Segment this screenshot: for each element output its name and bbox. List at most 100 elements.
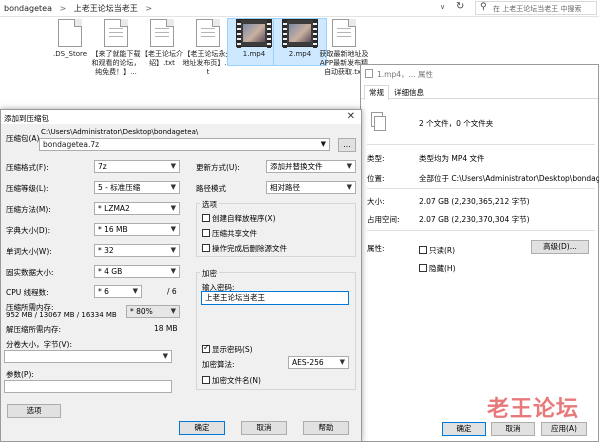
search-input[interactable]: ⚲ 在 上老王论坛当老王 中搜索 bbox=[475, 1, 597, 15]
file-item[interactable]: 【老王论坛介绍】.txt bbox=[136, 19, 188, 68]
path-mode-value: 相对路径 bbox=[270, 183, 300, 192]
address-bar[interactable]: bondagetea > 上老王论坛当老王 > ∨ ↻ ⚲ 在 上老王论坛当老王… bbox=[0, 0, 599, 17]
file-name: 【老王论坛介绍】.txt bbox=[141, 50, 183, 67]
chevron-down-icon: ▼ bbox=[170, 225, 176, 233]
method-select[interactable]: * LZMA2 ▼ bbox=[94, 202, 180, 215]
checkbox-box[interactable] bbox=[419, 264, 427, 272]
cancel-button[interactable]: 取消 bbox=[241, 421, 287, 435]
password-value: 上老王论坛当老王 bbox=[205, 293, 265, 302]
document-icon bbox=[196, 19, 220, 47]
properties-title: 1.mp4，... 属性 bbox=[377, 70, 434, 79]
chevron-down-icon: ▼ bbox=[346, 183, 352, 191]
split-label: 分卷大小，字节(V): bbox=[6, 340, 73, 349]
update-mode-select[interactable]: 添加并替换文件 ▼ bbox=[266, 160, 356, 173]
chevron-down-icon: ▼ bbox=[162, 352, 168, 360]
file-item[interactable]: .DS_Store bbox=[44, 19, 96, 59]
level-label: 压缩等级(L): bbox=[6, 184, 49, 193]
archive-file-value: bondagetea.7z bbox=[43, 140, 100, 149]
format-label: 压缩格式(F): bbox=[6, 163, 49, 172]
encryption-method-select[interactable]: AES-256 ▼ bbox=[288, 356, 349, 369]
properties-tabs: 常规 详细信息 bbox=[361, 85, 598, 100]
properties-dialog: 1.mp4，... 属性 常规 详细信息 2 个文件，0 个文件夹 类型: 类型… bbox=[360, 64, 599, 442]
threads-value: * 6 bbox=[98, 287, 109, 296]
divider bbox=[367, 188, 595, 189]
path-mode-select[interactable]: 相对路径 ▼ bbox=[266, 181, 356, 194]
params-input[interactable] bbox=[4, 380, 172, 393]
decompress-memory-label: 解压缩所需内存: bbox=[6, 325, 62, 334]
chevron-down-icon: ▼ bbox=[170, 246, 176, 254]
hidden-checkbox[interactable]: 隐藏(H) bbox=[419, 263, 456, 274]
encrypt-names-checkbox[interactable]: 加密文件名(N) bbox=[202, 375, 261, 386]
checkbox-box[interactable] bbox=[202, 214, 210, 222]
checkbox-box[interactable] bbox=[419, 246, 427, 254]
refresh-icon[interactable]: ↻ bbox=[456, 1, 464, 12]
shared-checkbox[interactable]: 压缩共享文件 bbox=[202, 228, 257, 239]
options-button[interactable]: 选项 bbox=[7, 404, 61, 418]
threads-select[interactable]: * 6 ▼ bbox=[94, 285, 142, 298]
document-icon bbox=[332, 19, 356, 47]
memory-percent-select[interactable]: * 80% ▼ bbox=[126, 305, 180, 318]
chevron-down-icon: ▼ bbox=[170, 204, 176, 212]
browse-button[interactable]: ... bbox=[338, 138, 356, 152]
checkbox-box[interactable] bbox=[202, 376, 210, 384]
checkbox-box[interactable] bbox=[202, 343, 210, 353]
file-item[interactable]: 【老王论坛永久地址发布页】.txt bbox=[182, 19, 234, 77]
dictionary-label: 字典大小(D): bbox=[6, 226, 51, 235]
file-name: 1.mp4 bbox=[242, 50, 266, 58]
dictionary-select[interactable]: * 16 MB ▼ bbox=[94, 223, 180, 236]
encrypt-names-label: 加密文件名(N) bbox=[212, 376, 261, 385]
chevron-down-icon[interactable]: ▼ bbox=[321, 139, 326, 150]
add-to-archive-dialog: 添加到压缩包 ✕ 压缩包(A) C:\Users\Administrator\D… bbox=[0, 109, 362, 442]
archive-dir: C:\Users\Administrator\Desktop\bondagete… bbox=[41, 128, 199, 136]
file-name: .DS_Store bbox=[52, 50, 88, 58]
split-select[interactable]: ▼ bbox=[4, 350, 172, 363]
level-select[interactable]: 5 - 标准压缩 ▼ bbox=[94, 181, 180, 194]
document-icon bbox=[150, 19, 174, 47]
help-button[interactable]: 帮助 bbox=[303, 421, 349, 435]
ok-button[interactable]: 确定 bbox=[442, 422, 486, 436]
show-password-checkbox[interactable]: 显示密码(S) bbox=[202, 343, 253, 355]
location-label: 位置: bbox=[367, 174, 385, 183]
tab-details[interactable]: 详细信息 bbox=[390, 87, 428, 99]
search-icon: ⚲ bbox=[480, 2, 487, 12]
ok-button[interactable]: 确定 bbox=[179, 421, 225, 435]
word-size-label: 单词大小(W): bbox=[6, 247, 52, 256]
multiple-files-icon bbox=[371, 112, 387, 132]
file-item[interactable]: 1.mp4 bbox=[227, 18, 281, 66]
level-value: 5 - 标准压缩 bbox=[98, 183, 141, 192]
tab-general[interactable]: 常规 bbox=[364, 85, 389, 100]
file-item[interactable]: 【来了就能下载和观看的论坛，纯免费！】... bbox=[90, 19, 142, 77]
sfx-label: 创建自释放程序(X) bbox=[212, 214, 276, 223]
archive-titlebar[interactable]: 添加到压缩包 ✕ bbox=[1, 110, 361, 124]
breadcrumb-item[interactable]: 上老王论坛当老王 bbox=[74, 4, 138, 13]
chevron-down-icon[interactable]: ∨ bbox=[440, 3, 445, 11]
chevron-down-icon: ▼ bbox=[170, 162, 176, 170]
search-placeholder: 在 上老王论坛当老王 中搜索 bbox=[493, 5, 582, 13]
decompress-memory-value: 18 MB bbox=[154, 324, 178, 333]
advanced-button[interactable]: 高级(D)... bbox=[531, 240, 589, 254]
close-icon[interactable]: ✕ bbox=[347, 111, 355, 122]
checkbox-box[interactable] bbox=[202, 244, 210, 252]
breadcrumb-item[interactable]: bondagetea bbox=[4, 4, 52, 13]
divider bbox=[367, 230, 595, 231]
apply-button[interactable]: 应用(A) bbox=[541, 422, 587, 436]
properties-titlebar[interactable]: 1.mp4，... 属性 bbox=[361, 65, 598, 82]
sfx-checkbox[interactable]: 创建自释放程序(X) bbox=[202, 213, 276, 224]
password-input[interactable]: 上老王论坛当老王 bbox=[201, 291, 349, 305]
document-icon bbox=[104, 19, 128, 47]
cancel-button[interactable]: 取消 bbox=[491, 422, 535, 436]
delete-after-checkbox[interactable]: 操作完成后删除源文件 bbox=[202, 243, 287, 254]
format-select[interactable]: 7z ▼ bbox=[94, 160, 180, 173]
chevron-down-icon: ▼ bbox=[132, 287, 138, 295]
archive-path-combobox[interactable]: bondagetea.7z ▼ bbox=[39, 138, 330, 151]
location-value: 全部位于 C:\Users\Administrator\Desktop\bond… bbox=[419, 174, 599, 183]
readonly-checkbox[interactable]: 只读(R) bbox=[419, 245, 455, 256]
checkbox-box[interactable] bbox=[202, 229, 210, 237]
solid-size-select[interactable]: * 4 GB ▼ bbox=[94, 265, 180, 278]
word-size-select[interactable]: * 32 ▼ bbox=[94, 244, 180, 257]
memory-value: 952 MB / 13067 MB / 16334 MB bbox=[6, 311, 117, 319]
shared-label: 压缩共享文件 bbox=[212, 229, 257, 238]
chevron-down-icon: ▼ bbox=[170, 307, 176, 315]
readonly-label: 只读(R) bbox=[429, 246, 456, 255]
chevron-down-icon: ▼ bbox=[170, 267, 176, 275]
